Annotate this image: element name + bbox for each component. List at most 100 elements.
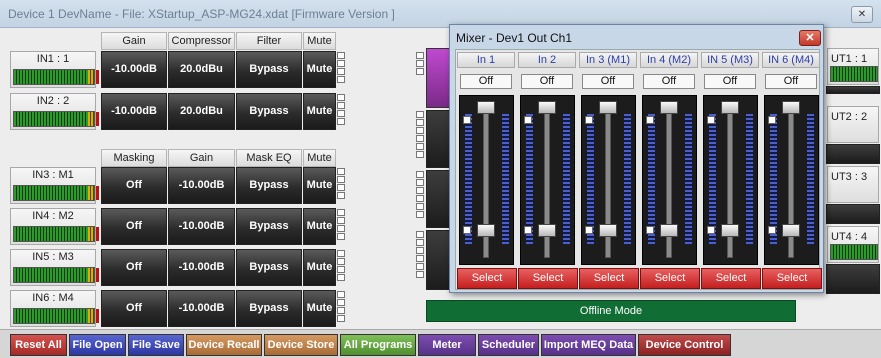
gain-button[interactable]: -10.00dB	[101, 51, 167, 88]
gain-button[interactable]: -10.00dB	[168, 249, 235, 286]
fader-handle[interactable]	[782, 101, 800, 114]
mixer-channel-label: In 3 (M1)	[579, 52, 637, 68]
mute-indicator	[336, 51, 346, 88]
select-button[interactable]: Select	[518, 268, 578, 289]
all-programs-button[interactable]: All Programs	[340, 334, 416, 356]
fader-handle[interactable]	[782, 224, 800, 237]
file-open-button[interactable]: File Open	[69, 334, 126, 356]
mixer-body: In 1 Off Select In 2 Off Select In 3 (M1…	[455, 49, 822, 290]
clip-led	[585, 226, 593, 234]
masking-button[interactable]: Off	[101, 290, 167, 327]
level-meter	[587, 114, 594, 244]
file-save-button[interactable]: File Save	[128, 334, 184, 356]
output-label: UT1 : 1	[827, 48, 879, 85]
fader-handle[interactable]	[721, 224, 739, 237]
mixer-on-off-toggle[interactable]: Off	[521, 74, 573, 89]
mute-indicator	[336, 290, 346, 327]
header-compressor: Compressor	[168, 32, 235, 50]
clip-led	[463, 116, 471, 124]
gain-button[interactable]: -10.00dB	[101, 93, 167, 130]
select-button[interactable]: Select	[701, 268, 761, 289]
bottom-toolbar: Reset All File Open File Save Device Rec…	[0, 329, 881, 358]
fader-track	[459, 95, 514, 265]
channel-name: IN4 : M2	[32, 210, 74, 222]
matrix-indicator	[415, 110, 425, 165]
device-store-button[interactable]: Device Store	[264, 334, 338, 356]
filter-button[interactable]: Bypass	[236, 93, 302, 130]
fader-handle[interactable]	[721, 101, 739, 114]
fader-handle[interactable]	[538, 101, 556, 114]
level-meter	[563, 114, 570, 244]
select-button[interactable]: Select	[762, 268, 822, 289]
mixer-on-off-toggle[interactable]: Off	[460, 74, 512, 89]
mask-eq-button[interactable]: Bypass	[236, 208, 302, 245]
gain-button[interactable]: -10.00dB	[168, 290, 235, 327]
channel-name: IN5 : M3	[32, 251, 74, 263]
channel-name: IN1 : 1	[36, 53, 70, 65]
channel-label: IN2 : 2	[10, 93, 99, 130]
mask-eq-button[interactable]: Bypass	[236, 167, 302, 204]
reset-all-button[interactable]: Reset All	[10, 334, 67, 356]
device-recall-button[interactable]: Device Recall	[186, 334, 262, 356]
output-label: UT3 : 3	[827, 166, 879, 203]
fader-handle[interactable]	[477, 224, 495, 237]
mixer-channel: In 2 Off Select	[518, 52, 578, 289]
mask-eq-button[interactable]: Bypass	[236, 290, 302, 327]
masking-button[interactable]: Off	[101, 249, 167, 286]
output-gap	[826, 264, 880, 294]
mixer-on-off-toggle[interactable]: Off	[643, 74, 695, 89]
gain-button[interactable]: -10.00dB	[168, 208, 235, 245]
mute-button[interactable]: Mute	[303, 249, 336, 286]
close-icon[interactable]: ✕	[851, 6, 873, 23]
select-button[interactable]: Select	[640, 268, 700, 289]
mask-eq-button[interactable]: Bypass	[236, 249, 302, 286]
channel-label: IN6 : M4	[10, 290, 99, 327]
mixer-channel-label: IN 6 (M4)	[762, 52, 820, 68]
header-mask-eq: Mask EQ	[236, 149, 302, 167]
select-button[interactable]: Select	[457, 268, 517, 289]
output-name: UT3 : 3	[831, 171, 868, 183]
matrix-indicator	[415, 170, 425, 225]
compressor-button[interactable]: 20.0dBu	[168, 51, 235, 88]
fader-handle[interactable]	[599, 101, 617, 114]
fader-handle[interactable]	[660, 224, 678, 237]
level-meter	[502, 114, 509, 244]
mixer-on-off-toggle[interactable]: Off	[704, 74, 756, 89]
scheduler-button[interactable]: Scheduler	[478, 334, 539, 356]
masking-button[interactable]: Off	[101, 167, 167, 204]
offline-mode-bar[interactable]: Offline Mode	[426, 300, 796, 322]
mute-button[interactable]: Mute	[303, 93, 336, 130]
mixer-on-off-toggle[interactable]: Off	[765, 74, 817, 89]
fader-handle[interactable]	[477, 101, 495, 114]
matrix-indicator	[415, 230, 425, 285]
fader-track	[764, 95, 819, 265]
compressor-button[interactable]: 20.0dBu	[168, 93, 235, 130]
select-button[interactable]: Select	[579, 268, 639, 289]
fader-track	[520, 95, 575, 265]
filter-button[interactable]: Bypass	[236, 51, 302, 88]
mute-button[interactable]: Mute	[303, 51, 336, 88]
close-icon[interactable]: ✕	[799, 30, 821, 46]
header-gain: Gain	[168, 149, 235, 167]
mixer-channel: In 1 Off Select	[457, 52, 517, 289]
mute-button[interactable]: Mute	[303, 167, 336, 204]
fader-handle[interactable]	[660, 101, 678, 114]
channel-name: IN3 : M1	[32, 169, 74, 181]
gain-button[interactable]: -10.00dB	[168, 167, 235, 204]
meter-button[interactable]: Meter	[418, 334, 476, 356]
header-masking: Masking	[101, 149, 167, 167]
mute-button[interactable]: Mute	[303, 290, 336, 327]
mixer-on-off-toggle[interactable]: Off	[582, 74, 634, 89]
clip-led	[524, 116, 532, 124]
mixer-channel: IN 6 (M4) Off Select	[762, 52, 822, 289]
mixer-channel: In 4 (M2) Off Select	[640, 52, 700, 289]
masking-button[interactable]: Off	[101, 208, 167, 245]
mixer-channel-label: In 2	[518, 52, 576, 68]
level-meter	[13, 226, 99, 242]
fader-handle[interactable]	[599, 224, 617, 237]
device-control-button[interactable]: Device Control	[638, 334, 731, 356]
mute-button[interactable]: Mute	[303, 208, 336, 245]
fader-handle[interactable]	[538, 224, 556, 237]
output-label: UT2 : 2	[827, 106, 879, 143]
import-meq-data-button[interactable]: Import MEQ Data	[541, 334, 636, 356]
